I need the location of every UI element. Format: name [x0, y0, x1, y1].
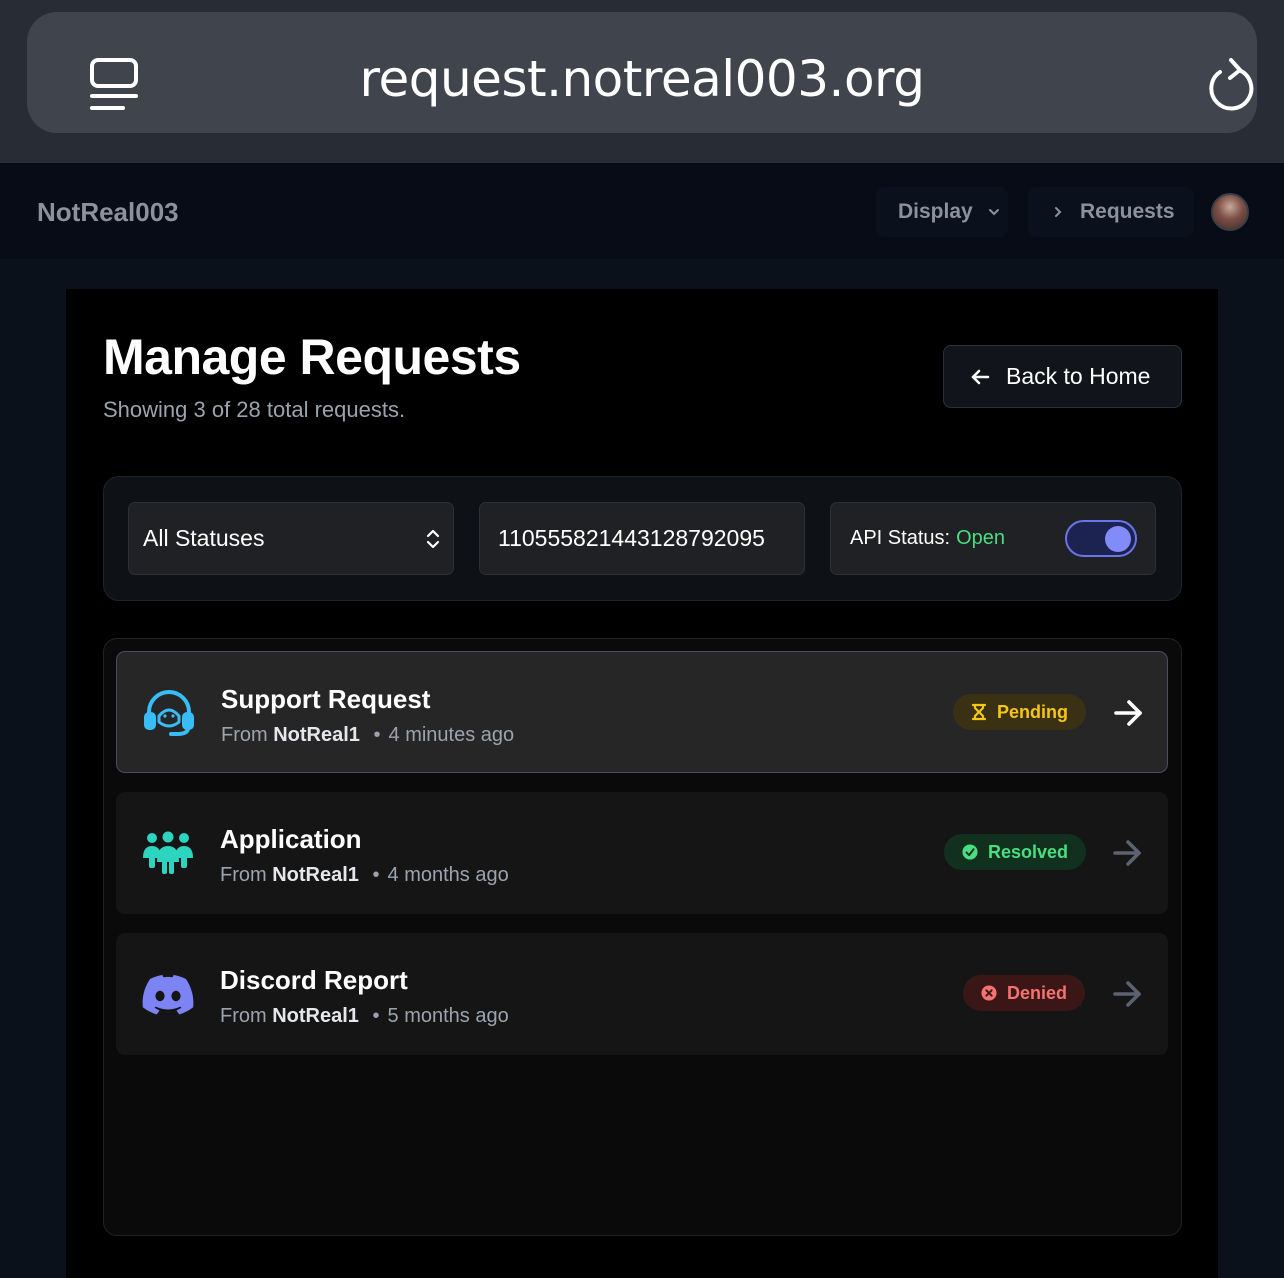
status-badge-label: Pending: [997, 701, 1068, 722]
request-time: 4 months ago: [387, 864, 509, 886]
display-dropdown[interactable]: Display: [876, 187, 1008, 237]
request-author: NotReal1: [272, 864, 359, 886]
toggle-knob: [1105, 526, 1131, 552]
request-time: 4 minutes ago: [388, 724, 515, 746]
request-row[interactable]: Discord Report From NotReal1 • 5 months a…: [116, 933, 1168, 1055]
request-title: Discord Report: [220, 965, 408, 995]
chevron-down-icon: [988, 209, 999, 216]
request-title: Application: [220, 824, 362, 854]
status-badge: Denied: [963, 975, 1086, 1011]
check-circle-icon: [962, 844, 978, 860]
api-status-toggle[interactable]: [1065, 520, 1137, 557]
request-row[interactable]: Application From NotReal1 • 4 months ago …: [116, 792, 1168, 914]
requests-label: Requests: [1080, 200, 1175, 223]
app-navbar: NotReal003 Display Requests: [0, 163, 1284, 259]
requests-nav-link[interactable]: Requests: [1028, 187, 1194, 237]
request-time: 5 months ago: [387, 1005, 509, 1027]
from-label: From: [220, 1005, 267, 1027]
reload-icon[interactable]: [1203, 56, 1255, 112]
request-author: NotReal1: [273, 724, 360, 746]
page-subtitle: Showing 3 of 28 total requests.: [103, 397, 406, 422]
status-filter-select[interactable]: All Statuses: [128, 502, 454, 575]
headset-icon: [144, 690, 194, 736]
request-meta: From NotReal1 • 4 minutes ago: [221, 724, 514, 747]
discord-icon: [142, 975, 194, 1015]
url-text[interactable]: request.notreal003.org: [27, 54, 1257, 104]
separator-dot: •: [372, 864, 380, 886]
from-label: From: [221, 724, 268, 746]
api-status-label: API Status:: [850, 527, 951, 549]
select-arrows-icon: [426, 529, 440, 549]
api-status-value: Open: [956, 527, 1005, 549]
request-meta: From NotReal1 • 5 months ago: [220, 1005, 509, 1028]
request-author: NotReal1: [272, 1005, 359, 1027]
status-badge: Resolved: [944, 834, 1087, 870]
request-meta: From NotReal1 • 4 months ago: [220, 864, 509, 887]
avatar[interactable]: [1211, 193, 1249, 231]
hourglass-icon: [971, 703, 987, 721]
request-title: Support Request: [221, 684, 431, 714]
status-badge-label: Denied: [1007, 982, 1068, 1003]
id-search-input[interactable]: [479, 502, 805, 575]
separator-dot: •: [372, 1005, 380, 1027]
status-badge: Pending: [953, 694, 1086, 730]
arrow-right-icon[interactable]: [1113, 698, 1145, 728]
back-to-home-button[interactable]: Back to Home: [943, 345, 1182, 408]
people-group-icon: [143, 831, 193, 874]
chevron-right-icon: [1055, 207, 1062, 217]
browser-chrome: request.notreal003.org: [0, 0, 1284, 163]
display-label: Display: [898, 200, 973, 223]
from-label: From: [220, 864, 267, 886]
arrow-right-icon[interactable]: [1112, 979, 1144, 1009]
separator-dot: •: [373, 724, 381, 746]
arrow-right-icon[interactable]: [1112, 838, 1144, 868]
arrow-left-icon: [971, 369, 990, 384]
page-title: Manage Requests: [103, 329, 521, 385]
back-button-label: Back to Home: [1006, 363, 1151, 389]
x-circle-icon: [981, 985, 997, 1001]
address-bar[interactable]: request.notreal003.org: [27, 12, 1257, 133]
status-badge-label: Resolved: [988, 841, 1069, 862]
status-filter-value: All Statuses: [143, 525, 265, 551]
brand-logo-text[interactable]: NotReal003: [37, 197, 179, 228]
request-row[interactable]: Support Request From NotReal1 • 4 minutes…: [116, 651, 1168, 773]
